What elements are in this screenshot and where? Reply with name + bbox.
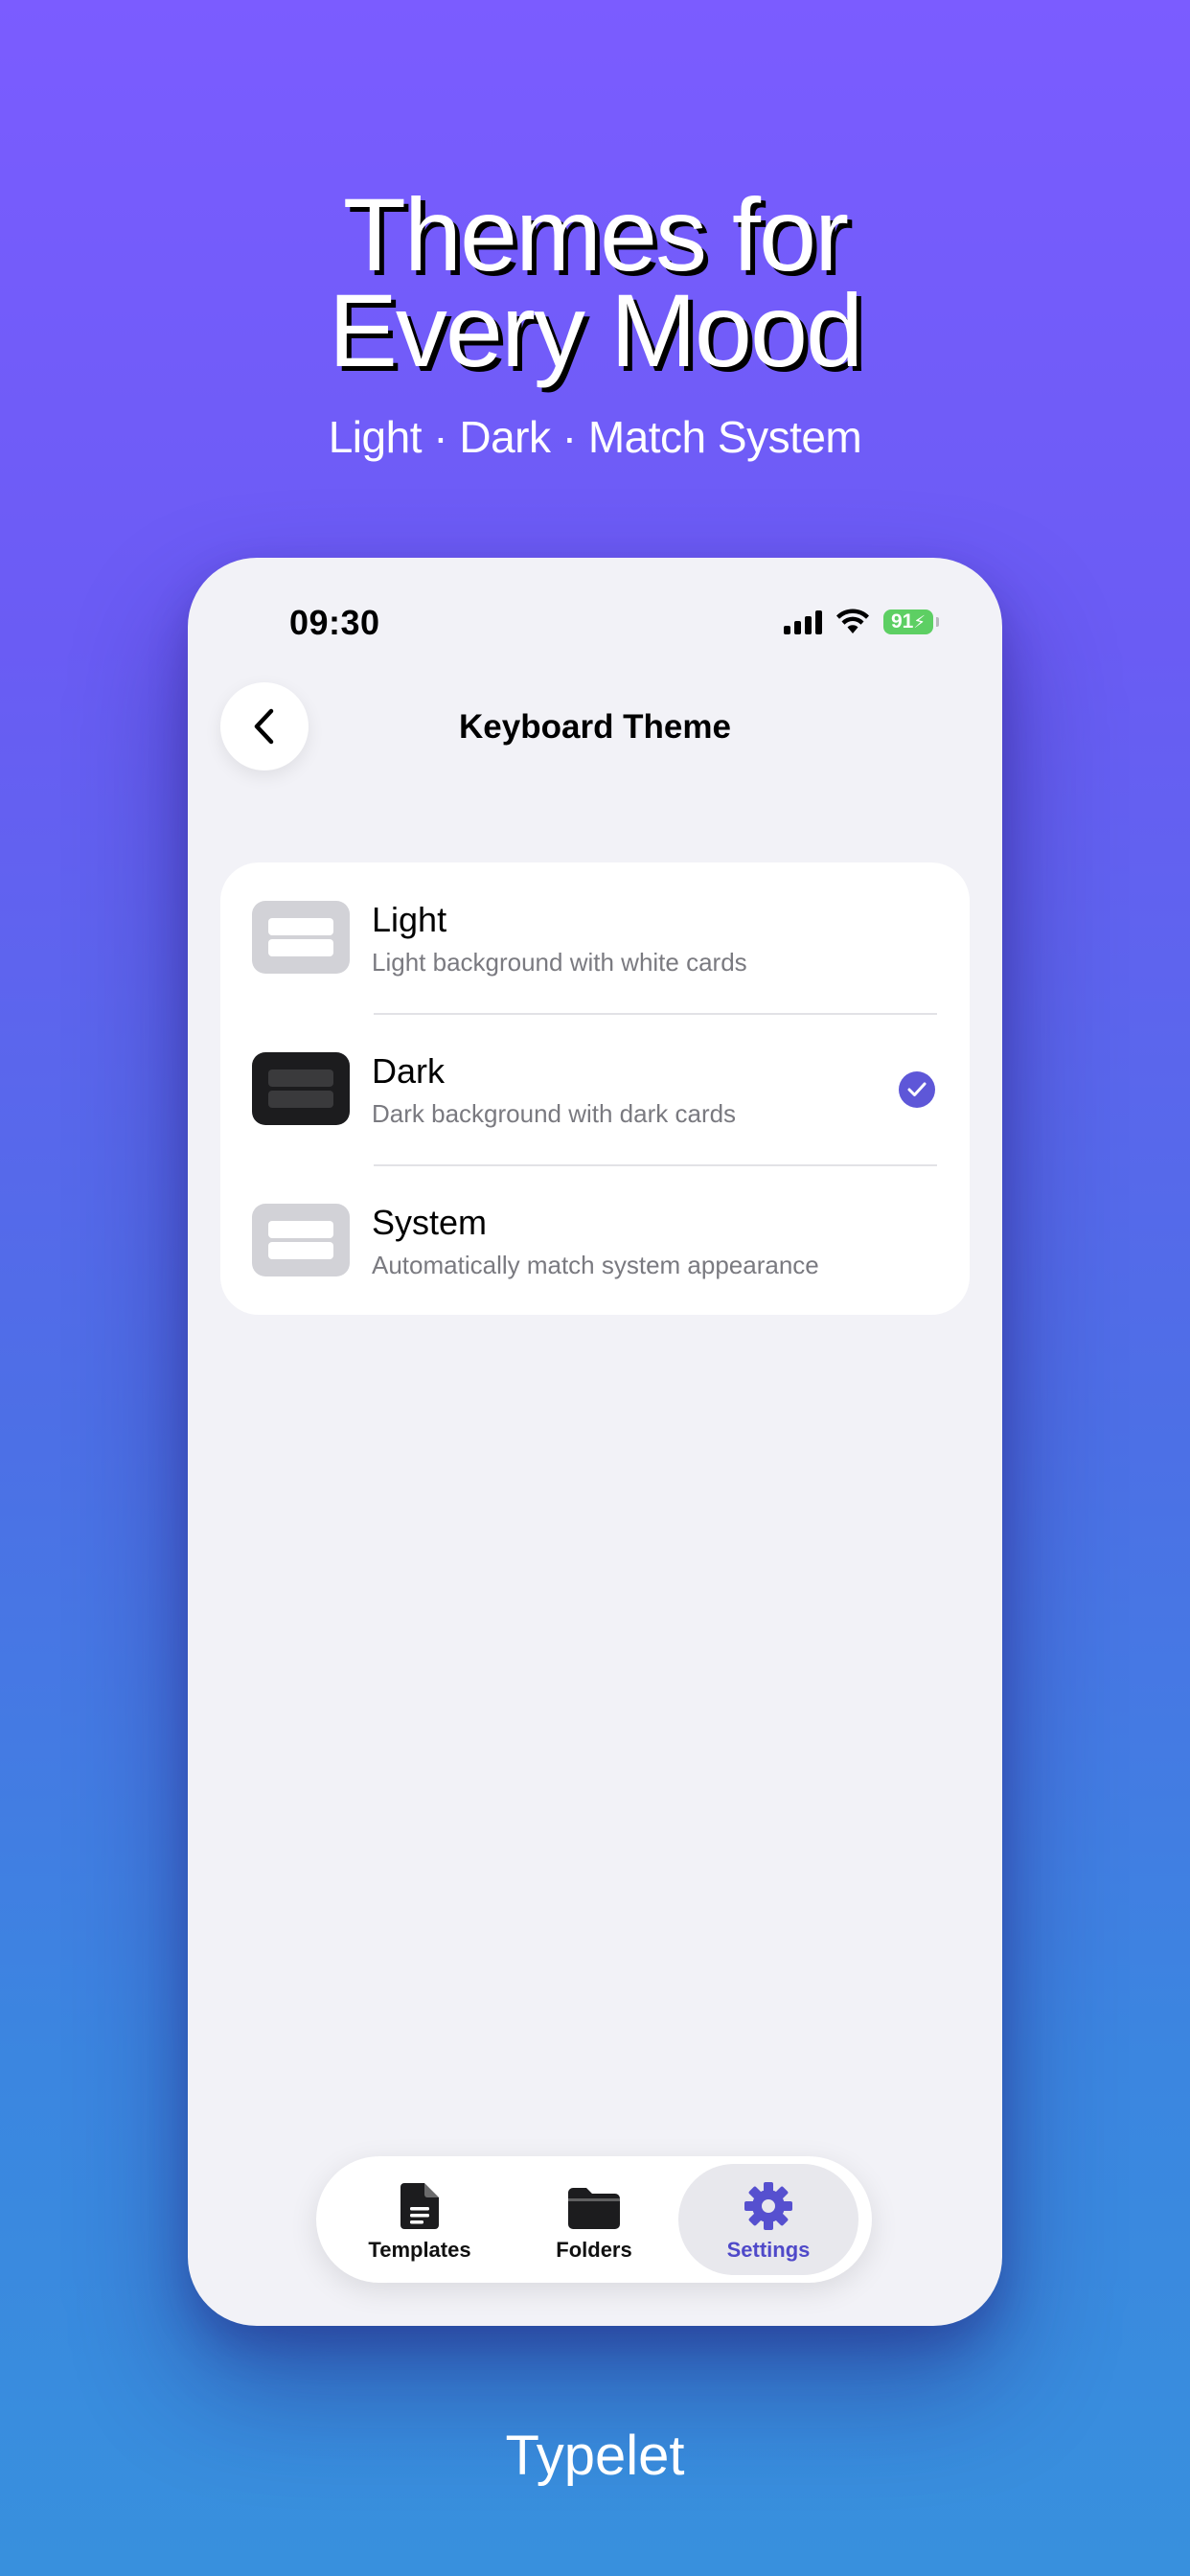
system-theme-thumbnail-icon (252, 1204, 350, 1276)
tab-label: Templates (368, 2238, 471, 2262)
theme-option-dark[interactable]: Dark Dark background with dark cards (220, 1014, 970, 1164)
theme-option-description: Dark background with dark cards (372, 1099, 737, 1128)
theme-option-light[interactable]: Light Light background with white cards (220, 862, 970, 1013)
status-time: 09:30 (289, 603, 380, 642)
brand-name: Typelet (505, 2425, 685, 2487)
tab-label: Settings (726, 2238, 811, 2262)
dark-theme-thumbnail-icon (252, 1052, 350, 1125)
theme-options-card: Light Light background with white cards … (220, 862, 970, 1315)
theme-option-system[interactable]: System Automatically match system appear… (220, 1165, 970, 1315)
folder-icon (504, 2181, 684, 2231)
tab-settings[interactable]: Settings (678, 2164, 858, 2275)
gear-icon (678, 2181, 858, 2231)
battery-icon: 91⚡ (883, 610, 939, 634)
hero-title-line-2: Every Mood (328, 272, 863, 388)
theme-option-description: Automatically match system appearance (372, 1251, 819, 1279)
hero-subtitle: Light · Dark · Match System (328, 412, 862, 462)
page-title: Keyboard Theme (459, 708, 731, 746)
checkmark-icon (899, 1071, 935, 1108)
cellular-signal-icon (784, 610, 822, 634)
document-icon (330, 2181, 510, 2231)
hero-title: Themes for Every Mood (0, 176, 1190, 388)
battery-level: 91 (891, 610, 914, 632)
tab-bar: Templates Folders Settings (316, 2156, 872, 2283)
light-theme-thumbnail-icon (252, 901, 350, 974)
tab-folders[interactable]: Folders (504, 2164, 684, 2275)
theme-option-description: Light background with white cards (372, 948, 747, 977)
tab-label: Folders (556, 2238, 632, 2262)
hero-title-line-1: Themes for (342, 176, 849, 292)
theme-option-title: Light (372, 900, 447, 939)
tab-templates[interactable]: Templates (330, 2164, 510, 2275)
theme-option-title: Dark (372, 1051, 446, 1091)
phone-screen: 09:30 91⚡ Keyboard Theme Light Light bac… (188, 558, 1002, 2326)
status-icons: 91⚡ (784, 608, 939, 636)
theme-option-title: System (372, 1203, 488, 1242)
wifi-icon (835, 609, 870, 635)
